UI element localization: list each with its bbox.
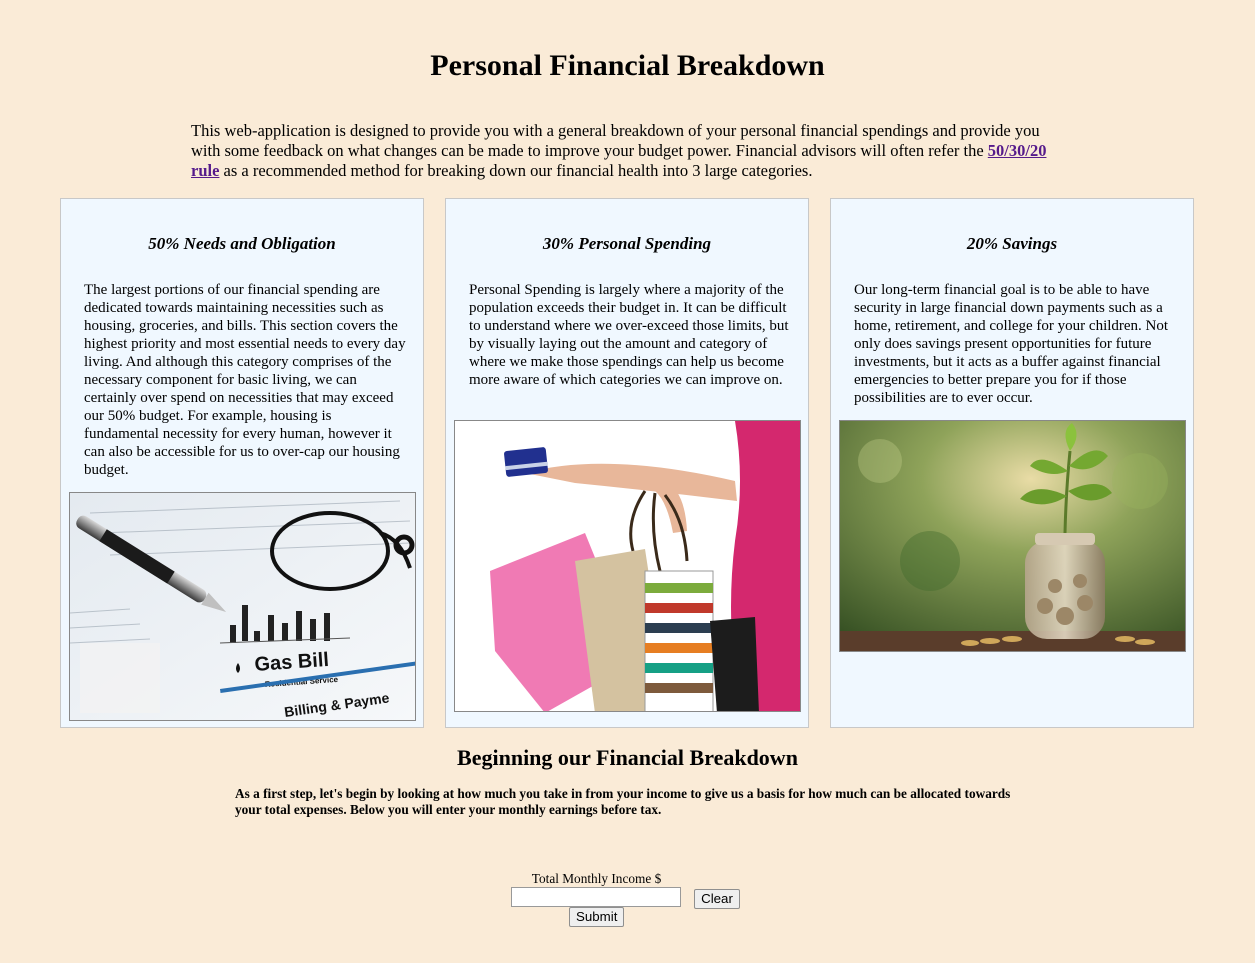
intro-text-start: This web-application is designed to prov… — [191, 121, 1040, 160]
needs-card-title: 50% Needs and Obligation — [148, 234, 336, 253]
intro-paragraph: This web-application is designed to prov… — [191, 121, 1071, 181]
section-description: As a first step, let's begin by looking … — [235, 786, 1011, 817]
coin-jar-illustration — [840, 421, 1185, 651]
personal-spending-card-text: Personal Spending is largely where a maj… — [469, 282, 789, 388]
clear-button[interactable]: Clear — [694, 889, 740, 909]
section-title: Beginning our Financial Breakdown — [457, 745, 798, 770]
page-title: Personal Financial Breakdown — [430, 49, 825, 82]
personal-spending-card: 30% Personal Spending Personal Spending … — [445, 198, 809, 728]
needs-card-text: The largest portions of our financial sp… — [84, 282, 406, 478]
intro-text-end: as a recommended method for breaking dow… — [219, 161, 813, 180]
jar-icon — [1025, 533, 1105, 639]
savings-card-text: Our long-term financial goal is to be ab… — [854, 282, 1169, 406]
savings-card-title: 20% Savings — [966, 234, 1058, 253]
submit-button[interactable]: Submit — [569, 907, 624, 927]
savings-card: 20% Savings Our long-term financial goal… — [830, 198, 1194, 728]
income-input[interactable] — [511, 887, 681, 907]
gas-bill-image: Gas Bill Residential Service Billing & P… — [69, 492, 416, 721]
black-bag — [710, 617, 759, 711]
shopping-bags-image — [454, 420, 801, 712]
personal-spending-card-title: 30% Personal Spending — [542, 234, 712, 253]
gas-bill-illustration: Gas Bill Residential Service Billing & P… — [70, 493, 415, 720]
shopping-bags-illustration — [455, 421, 800, 711]
credit-card-icon — [504, 447, 548, 477]
striped-bag — [644, 570, 714, 711]
needs-card: 50% Needs and Obligation The largest por… — [60, 198, 424, 728]
income-label: Total Monthly Income $ — [531, 871, 662, 886]
coin-jar-image — [839, 420, 1186, 652]
